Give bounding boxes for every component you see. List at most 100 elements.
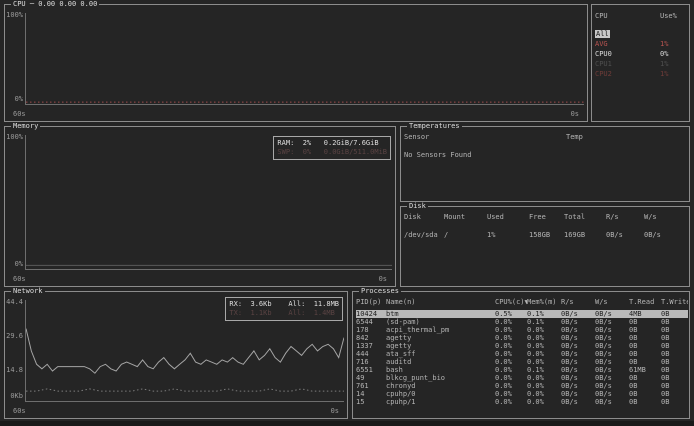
process-cell-5: 0B/s (595, 358, 629, 366)
network-x-axis-left-label: 60s (13, 408, 26, 415)
disk-cell-0: /dev/sda (404, 231, 444, 239)
process-cell-0: 6544 (356, 318, 386, 326)
process-cell-3: 0.1% (527, 366, 561, 374)
process-cell-2: 0.0% (495, 318, 527, 326)
process-header-6[interactable]: T.Read (629, 298, 661, 306)
process-cell-1: cpuhp/0 (386, 390, 495, 398)
cpu-legend-header-use: Use% (660, 11, 689, 21)
process-cell-5: 0B/s (595, 366, 629, 374)
cpu-usage-chart (25, 13, 584, 105)
cpu-core-usage (660, 29, 689, 39)
process-cell-7: 0B (661, 358, 688, 366)
process-row[interactable]: 10424btm0.5%0.1%0B/s0B/s4MB0B (356, 310, 688, 318)
process-cell-7: 0B (661, 382, 688, 390)
disk-row[interactable]: /dev/sda/1%158GB169GB0B/s0B/s (404, 231, 689, 239)
ram-usage-label: RAM: 2% 0.2GiB/7.6GiB (277, 139, 387, 148)
process-header-4[interactable]: R/s (561, 298, 595, 306)
process-row[interactable]: 1337agetty0.0%0.0%0B/s0B/s0B0B (356, 342, 688, 350)
process-cell-4: 0B/s (561, 382, 595, 390)
cpu-legend-header: CPU Use% (595, 11, 689, 21)
process-cell-6: 61MB (629, 366, 661, 374)
process-cell-5: 0B/s (595, 350, 629, 358)
process-cell-4: 0B/s (561, 326, 595, 334)
process-header-7[interactable]: T.Write (661, 298, 688, 306)
network-panel: Network 44.4 29.6 14.8 0Kb 60s 0s RX: 3.… (4, 291, 348, 419)
process-cell-0: 1337 (356, 342, 386, 350)
process-cell-4: 0B/s (561, 398, 595, 406)
process-header-0[interactable]: PID(p) (356, 298, 386, 306)
process-header-2[interactable]: CPU%(c)▼ (495, 298, 527, 306)
process-cell-0: 842 (356, 334, 386, 342)
process-cell-6: 0B (629, 334, 661, 342)
process-cell-0: 15 (356, 398, 386, 406)
disk-panel-title: Disk (407, 203, 428, 210)
process-row[interactable]: 761chronyd0.0%0.0%0B/s0B/s0B0B (356, 382, 688, 390)
process-cell-1: ata_sff (386, 350, 495, 358)
process-cell-6: 0B (629, 342, 661, 350)
cpu-legend-row-all[interactable]: All (595, 29, 689, 39)
process-cell-7: 0B (661, 366, 688, 374)
process-cell-3: 0.0% (527, 374, 561, 382)
process-header-3[interactable]: Mem%(m) (527, 298, 561, 306)
process-row[interactable]: 6544(sd-pam)0.0%0.1%0B/s0B/s0B0B (356, 318, 688, 326)
cpu-core-name: CPU1 (595, 59, 660, 69)
process-cell-0: 6551 (356, 366, 386, 374)
disk-cell-3: 158GB (529, 231, 564, 239)
process-cell-7: 0B (661, 350, 688, 358)
process-row[interactable]: 14cpuhp/00.0%0.0%0B/s0B/s0B0B (356, 390, 688, 398)
process-cell-2: 0.5% (495, 310, 527, 318)
process-cell-2: 0.0% (495, 382, 527, 390)
process-cell-3: 0.0% (527, 350, 561, 358)
cpu-legend-row-cpu1[interactable]: CPU11% (595, 59, 689, 69)
cpu-legend-header-cpu: CPU (595, 11, 660, 21)
process-cell-3: 0.0% (527, 382, 561, 390)
process-table-rows: 10424btm0.5%0.1%0B/s0B/s4MB0B6544(sd-pam… (356, 310, 688, 406)
process-cell-3: 0.0% (527, 334, 561, 342)
process-row[interactable]: 716auditd0.0%0.0%0B/s0B/s0B0B (356, 358, 688, 366)
process-cell-7: 0B (661, 390, 688, 398)
cpu-legend-row-avg[interactable]: AVG1% (595, 39, 689, 49)
process-row[interactable]: 49blkcg_punt_bio0.0%0.0%0B/s0B/s0B0B (356, 374, 688, 382)
process-cell-6: 4MB (629, 310, 661, 318)
cpu-core-name: All (595, 29, 660, 39)
cpu-legend-row-cpu2[interactable]: CPU21% (595, 69, 689, 79)
process-cell-7: 0B (661, 398, 688, 406)
process-row[interactable]: 842agetty0.0%0.0%0B/s0B/s0B0B (356, 334, 688, 342)
process-cell-1: acpi_thermal_pm (386, 326, 495, 334)
process-header-1[interactable]: Name(n) (386, 298, 495, 306)
process-cell-1: agetty (386, 342, 495, 350)
cpu-panel-title: CPU ─ 0.00 0.00 0.00 (11, 1, 99, 8)
process-cell-7: 0B (661, 310, 688, 318)
process-cell-5: 0B/s (595, 374, 629, 382)
process-cell-7: 0B (661, 318, 688, 326)
process-row[interactable]: 6551bash0.0%0.1%0B/s0B/s61MB0B (356, 366, 688, 374)
process-header-5[interactable]: W/s (595, 298, 629, 306)
processes-panel-title: Processes (359, 288, 401, 295)
disk-cell-5: 0B/s (606, 231, 644, 239)
disk-cell-1: / (444, 231, 487, 239)
process-row[interactable]: 15cpuhp/10.0%0.0%0B/s0B/s0B0B (356, 398, 688, 406)
process-cell-1: auditd (386, 358, 495, 366)
process-cell-5: 0B/s (595, 318, 629, 326)
disk-header-4: Total (564, 213, 606, 221)
process-cell-6: 0B (629, 358, 661, 366)
process-cell-2: 0.0% (495, 366, 527, 374)
cpu-legend-panel: CPU Use% AllAVG1%CPU00%CPU11%CPU21% (591, 4, 690, 122)
process-cell-1: agetty (386, 334, 495, 342)
process-cell-6: 0B (629, 398, 661, 406)
process-cell-6: 0B (629, 374, 661, 382)
process-cell-1: cpuhp/1 (386, 398, 495, 406)
cpu-legend-row-cpu0[interactable]: CPU00% (595, 49, 689, 59)
process-cell-4: 0B/s (561, 310, 595, 318)
process-cell-2: 0.0% (495, 334, 527, 342)
process-cell-2: 0.0% (495, 390, 527, 398)
process-cell-1: (sd-pam) (386, 318, 495, 326)
process-row[interactable]: 444ata_sff0.0%0.0%0B/s0B/s0B0B (356, 350, 688, 358)
process-cell-4: 0B/s (561, 334, 595, 342)
process-cell-7: 0B (661, 334, 688, 342)
memory-legend: RAM: 2% 0.2GiB/7.6GiB SWP: 0% 0.0GiB/511… (273, 136, 391, 160)
disk-cell-6: 0B/s (644, 231, 689, 239)
swap-usage-label: SWP: 0% 0.0GiB/511.0MiB (277, 148, 387, 157)
process-row[interactable]: 178acpi_thermal_pm0.0%0.0%0B/s0B/s0B0B (356, 326, 688, 334)
cpu-x-axis-left-label: 60s (13, 111, 26, 118)
